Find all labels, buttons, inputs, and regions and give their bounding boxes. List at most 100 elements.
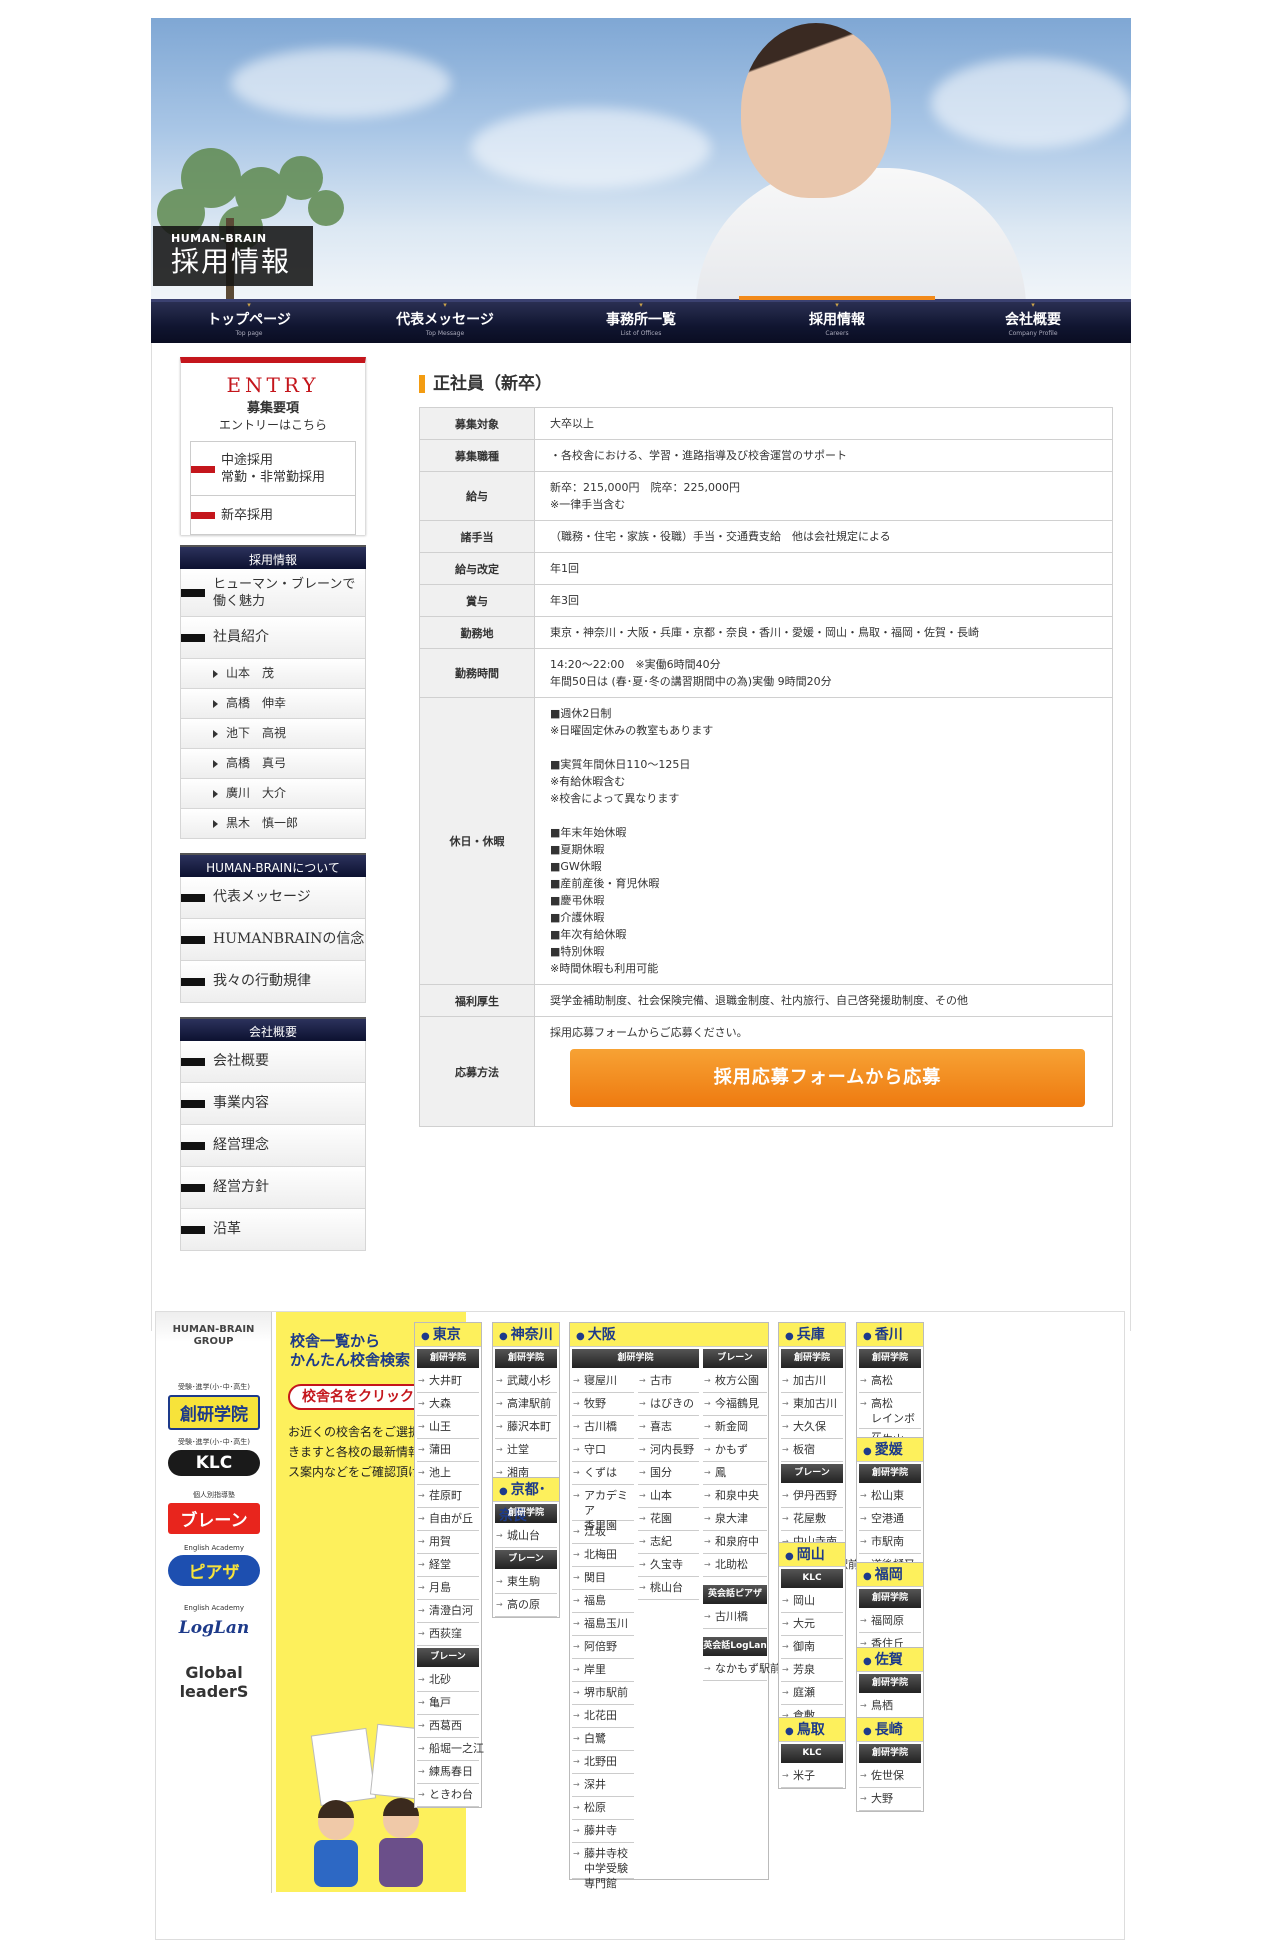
school-link[interactable]: はびきの bbox=[638, 1393, 699, 1416]
school-link[interactable]: 福岡原 bbox=[859, 1610, 921, 1633]
school-link[interactable]: 清澄白河 bbox=[417, 1600, 479, 1623]
pref-header[interactable]: 福岡 bbox=[857, 1563, 923, 1587]
school-link[interactable]: ときわ台 bbox=[417, 1784, 479, 1807]
sidebar-item-staff[interactable]: 廣川 大介 bbox=[180, 779, 366, 809]
sidebar-item-staff[interactable]: 高橋 真弓 bbox=[180, 749, 366, 779]
sidebar-item-staff[interactable]: 高橋 伸幸 bbox=[180, 689, 366, 719]
sidebar-item-staff-intro[interactable]: 社員紹介 bbox=[180, 617, 366, 659]
school-link[interactable]: 河内長野 bbox=[638, 1439, 699, 1462]
sidebar-item-about[interactable]: 代表メッセージ bbox=[180, 877, 366, 919]
school-link[interactable]: 大元 bbox=[781, 1613, 843, 1636]
nav-item-1[interactable]: 代表メッセージ Top Message bbox=[347, 302, 543, 343]
school-link[interactable]: 芳泉 bbox=[781, 1659, 843, 1682]
school-link[interactable]: 空港通 bbox=[859, 1508, 921, 1531]
school-link[interactable]: 大久保 bbox=[781, 1416, 843, 1439]
pref-header[interactable]: 兵庫 bbox=[779, 1323, 845, 1347]
pref-header[interactable]: 岡山 bbox=[779, 1543, 845, 1567]
apply-form-button[interactable]: 採用応募フォームから応募 bbox=[570, 1049, 1085, 1107]
school-link[interactable]: 桃山台 bbox=[638, 1577, 699, 1600]
sidebar-item-staff[interactable]: 池下 高視 bbox=[180, 719, 366, 749]
sidebar-item-about[interactable]: 我々の行動規律 bbox=[180, 961, 366, 1003]
school-link[interactable]: 高松 bbox=[859, 1370, 921, 1393]
school-link[interactable]: 古川橋 bbox=[572, 1416, 634, 1439]
school-link[interactable]: 武蔵小杉 bbox=[495, 1370, 557, 1393]
school-link[interactable]: 伊丹西野 bbox=[781, 1485, 843, 1508]
school-link[interactable]: 堺市駅前 bbox=[572, 1682, 634, 1705]
school-link[interactable]: 松原 bbox=[572, 1797, 634, 1820]
sidebar-item-company[interactable]: 沿革 bbox=[180, 1209, 366, 1251]
school-link[interactable]: 藤沢本町 bbox=[495, 1416, 557, 1439]
school-link[interactable]: 佐世保 bbox=[859, 1765, 921, 1788]
school-link[interactable]: アカデミア香里園 bbox=[572, 1485, 634, 1532]
school-link[interactable]: 山本 bbox=[638, 1485, 699, 1508]
sidebar-item-company[interactable]: 事業内容 bbox=[180, 1083, 366, 1125]
school-link[interactable]: 北砂 bbox=[417, 1669, 479, 1692]
school-link[interactable]: 鳳 bbox=[703, 1462, 767, 1485]
sidebar-item-company[interactable]: 経営理念 bbox=[180, 1125, 366, 1167]
school-link[interactable]: 北野田 bbox=[572, 1751, 634, 1774]
mid-career-button[interactable]: 中途採用 常勤・非常勤採用 bbox=[190, 441, 356, 495]
school-link[interactable]: 用賀 bbox=[417, 1531, 479, 1554]
school-link[interactable]: 和泉府中 bbox=[703, 1531, 767, 1554]
school-link[interactable]: 和泉中央 bbox=[703, 1485, 767, 1508]
school-link[interactable]: 藤井寺校中学受験専門館 bbox=[572, 1843, 634, 1890]
school-link[interactable]: 江坂 bbox=[572, 1521, 634, 1544]
school-link[interactable]: 藤井寺 bbox=[572, 1820, 634, 1843]
school-link[interactable]: 西荻窪 bbox=[417, 1623, 479, 1646]
nav-item-4[interactable]: 会社概要 Company Profile bbox=[935, 302, 1131, 343]
school-link[interactable]: 枚方公園 bbox=[703, 1370, 767, 1393]
school-link[interactable]: 庭瀬 bbox=[781, 1682, 843, 1705]
school-link[interactable]: 北梅田 bbox=[572, 1544, 634, 1567]
school-link[interactable]: 泉大津 bbox=[703, 1508, 767, 1531]
school-link[interactable]: 福島 bbox=[572, 1590, 634, 1613]
school-link[interactable]: 喜志 bbox=[638, 1416, 699, 1439]
school-link[interactable]: 北助松 bbox=[703, 1554, 767, 1577]
pref-header[interactable]: 大阪 bbox=[570, 1323, 768, 1347]
school-link[interactable]: 西葛西 bbox=[417, 1715, 479, 1738]
nav-item-3[interactable]: 採用情報 Careers bbox=[739, 296, 935, 343]
school-link[interactable]: かもず bbox=[703, 1439, 767, 1462]
school-link[interactable]: 高松レインボー bbox=[859, 1393, 921, 1440]
school-link[interactable]: 山王 bbox=[417, 1416, 479, 1439]
brand-logo[interactable]: 個人別指導塾 ブレーン bbox=[168, 1490, 260, 1534]
school-link[interactable]: なかもず駅前 bbox=[703, 1658, 781, 1681]
school-link[interactable]: 古市 bbox=[638, 1370, 699, 1393]
sidebar-item-company[interactable]: 経営方針 bbox=[180, 1167, 366, 1209]
brand-logo[interactable]: English Academy ピアザ bbox=[168, 1544, 260, 1586]
brand-logo[interactable]: Global leaderS bbox=[168, 1657, 260, 1704]
sidebar-item-appeal[interactable]: ヒューマン・ブレーンで 働く魅力 bbox=[180, 569, 366, 617]
sidebar-item-about[interactable]: HUMANBRAINの信念 bbox=[180, 919, 366, 961]
sidebar-item-company[interactable]: 会社概要 bbox=[180, 1041, 366, 1083]
school-link[interactable]: 蒲田 bbox=[417, 1439, 479, 1462]
school-link[interactable]: 米子 bbox=[781, 1765, 843, 1788]
sidebar-item-staff[interactable]: 山本 茂 bbox=[180, 659, 366, 689]
school-link[interactable]: 大野 bbox=[859, 1788, 921, 1811]
pref-header[interactable]: 神奈川 bbox=[493, 1323, 559, 1347]
school-link[interactable]: 花園 bbox=[638, 1508, 699, 1531]
school-link[interactable]: 練馬春日 bbox=[417, 1761, 479, 1784]
new-grad-button[interactable]: 新卒採用 bbox=[190, 495, 356, 535]
school-link[interactable]: 今福鶴見 bbox=[703, 1393, 767, 1416]
school-link[interactable]: 新金岡 bbox=[703, 1416, 767, 1439]
pref-header[interactable]: 京都･奈良 bbox=[493, 1478, 559, 1524]
school-link[interactable]: 大井町 bbox=[417, 1370, 479, 1393]
school-link[interactable]: 東加古川 bbox=[781, 1393, 843, 1416]
pref-header[interactable]: 鳥取 bbox=[779, 1718, 845, 1742]
school-link[interactable]: 松山東 bbox=[859, 1485, 921, 1508]
school-link[interactable]: 御南 bbox=[781, 1636, 843, 1659]
school-link[interactable]: 志紀 bbox=[638, 1531, 699, 1554]
school-link[interactable]: 北花田 bbox=[572, 1705, 634, 1728]
school-link[interactable]: 福島玉川 bbox=[572, 1613, 634, 1636]
school-link[interactable]: 白鷺 bbox=[572, 1728, 634, 1751]
school-link[interactable]: 花屋敷 bbox=[781, 1508, 843, 1531]
school-link[interactable]: 岸里 bbox=[572, 1659, 634, 1682]
school-link[interactable]: 加古川 bbox=[781, 1370, 843, 1393]
school-link[interactable]: 池上 bbox=[417, 1462, 479, 1485]
school-link[interactable]: 月島 bbox=[417, 1577, 479, 1600]
school-link[interactable]: 高の原 bbox=[495, 1594, 557, 1617]
pref-header[interactable]: 愛媛 bbox=[857, 1438, 923, 1462]
school-link[interactable]: 板宿 bbox=[781, 1439, 843, 1462]
school-link[interactable]: 辻堂 bbox=[495, 1439, 557, 1462]
sidebar-item-staff[interactable]: 黒木 慎一郎 bbox=[180, 809, 366, 839]
school-link[interactable]: くずは bbox=[572, 1462, 634, 1485]
